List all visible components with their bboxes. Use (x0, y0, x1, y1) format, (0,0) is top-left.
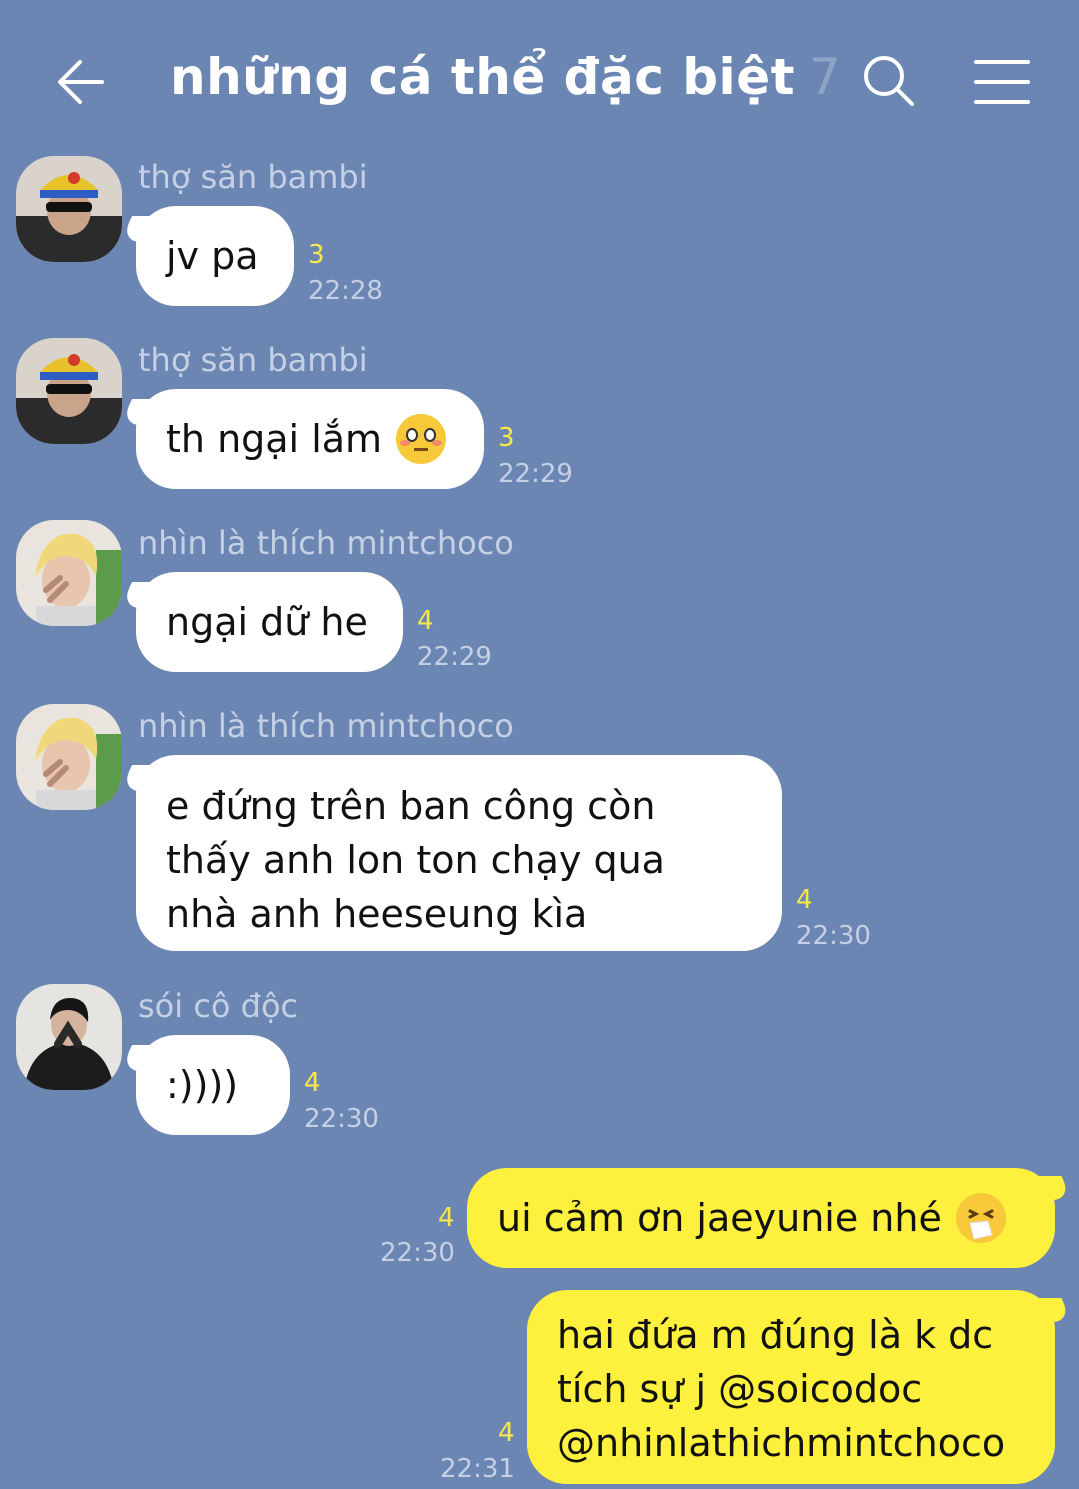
unread-count: 4 (438, 1203, 455, 1233)
chat-title-text: những cá thể đặc biệt (170, 48, 796, 106)
chat-title: những cá thể đặc biệt 7 (170, 48, 841, 106)
chat-header: những cá thể đặc biệt 7 (0, 0, 1079, 150)
sender-name: nhìn là thích mintchoco (138, 707, 514, 745)
message-bubble[interactable]: th ngại lắm (136, 389, 484, 489)
unread-count: 3 (498, 423, 515, 453)
message-text: :)))) (166, 1063, 239, 1107)
avatar[interactable] (16, 520, 122, 626)
hamburger-menu-icon (974, 60, 1030, 104)
sender-name: thợ săn bambi (138, 341, 368, 379)
message-line: thấy anh lon ton chạy qua (166, 838, 665, 882)
sender-name: nhìn là thích mintchoco (138, 524, 514, 562)
search-icon (864, 56, 914, 106)
sneezing-face-icon (968, 1209, 994, 1240)
message-bubble[interactable]: jv pa (136, 206, 294, 306)
avatar-yellow-cap-image (16, 156, 122, 262)
back-button[interactable] (52, 52, 112, 112)
message-time: 22:30 (380, 1238, 455, 1268)
message-text: e đứng trên ban công còn thấy anh lon to… (166, 779, 665, 941)
flushed-face-emoji (396, 414, 447, 464)
sender-name: sói cô độc (138, 987, 299, 1025)
unread-count: 4 (417, 606, 434, 636)
message-time: 22:31 (440, 1454, 515, 1484)
message-time: 22:29 (498, 459, 573, 489)
member-count: 7 (809, 48, 842, 106)
avatar[interactable] (16, 338, 122, 444)
message-text: ngại dữ he (166, 600, 368, 644)
avatar[interactable] (16, 984, 122, 1090)
sneezing-face-emoji (955, 1193, 1006, 1243)
avatar-blonde-image (16, 520, 122, 626)
message-time: 22:29 (417, 642, 492, 672)
arrow-left-icon (58, 60, 104, 104)
search-button[interactable] (858, 50, 922, 114)
message-text: ui cảm ơn jaeyunie nhé (497, 1196, 942, 1240)
unread-count: 4 (304, 1068, 321, 1098)
menu-button[interactable] (970, 52, 1034, 112)
message-text: hai đứa m đúng là k dc tích sự j @soicod… (557, 1308, 1005, 1470)
avatar-yellow-cap-image (16, 338, 122, 444)
avatar-blonde-image (16, 704, 122, 810)
message-line: nhà anh heeseung kìa (166, 892, 588, 936)
my-message-bubble[interactable]: ui cảm ơn jaeyunie nhé (467, 1168, 1055, 1268)
message-bubble[interactable]: :)))) (136, 1035, 290, 1135)
message-time: 22:28 (308, 276, 383, 306)
sender-name: thợ săn bambi (138, 158, 368, 196)
message-bubble[interactable]: e đứng trên ban công còn thấy anh lon to… (136, 755, 782, 951)
message-time: 22:30 (796, 921, 871, 951)
message-line: hai đứa m đúng là k dc (557, 1313, 994, 1357)
unread-count: 4 (498, 1418, 515, 1448)
unread-count: 3 (308, 240, 325, 270)
message-text: th ngại lắm (166, 417, 383, 461)
message-line: tích sự j @soicodoc (557, 1367, 923, 1411)
message-bubble[interactable]: ngại dữ he (136, 572, 403, 672)
message-line: @nhinlathichmintchoco (557, 1421, 1006, 1465)
my-message-bubble[interactable]: hai đứa m đúng là k dc tích sự j @soicod… (527, 1290, 1055, 1484)
avatar-dark-jacket-image (16, 984, 122, 1090)
avatar[interactable] (16, 704, 122, 810)
message-line: e đứng trên ban công còn (166, 784, 656, 828)
message-time: 22:30 (304, 1104, 379, 1134)
avatar[interactable] (16, 156, 122, 262)
message-text: jv pa (166, 234, 259, 278)
unread-count: 4 (796, 885, 813, 915)
